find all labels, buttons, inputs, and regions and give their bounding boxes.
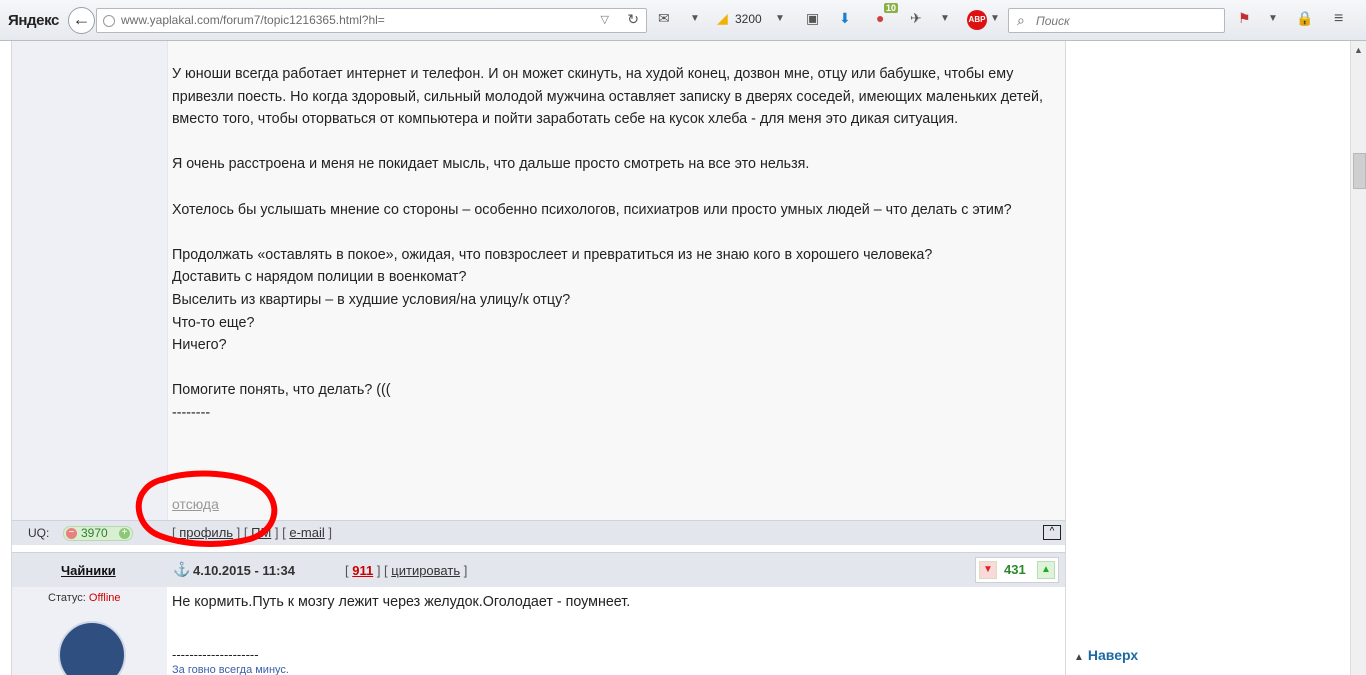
post-line: Доставить с нарядом полиции в военкомат? [172, 269, 467, 286]
url-dropdown-icon[interactable]: ▽ [601, 13, 609, 26]
post-header: Чайники ⚓ 4.10.2015 - 11:34 [ 911 ] [ ци… [12, 552, 1065, 587]
signal-icon[interactable]: ◢ [717, 10, 728, 27]
scroll-thumb[interactable] [1353, 153, 1366, 189]
post-date: 4.10.2015 - 11:34 [193, 563, 295, 578]
post-paragraph: У юноши всегда работает интернет и телеф… [172, 66, 1043, 128]
post-line: Продолжать «оставлять в покое», ожидая, … [172, 246, 933, 263]
address-bar[interactable]: www.yaplakal.com/forum7/topic1216365.htm… [96, 8, 647, 33]
post-number[interactable]: 911 [352, 563, 373, 578]
back-to-top-link[interactable]: ▲ Наверх [1074, 647, 1138, 663]
post-text: Не кормить.Путь к мозгу лежит через желу… [172, 594, 631, 610]
menu-icon[interactable]: ≡ [1334, 10, 1343, 28]
scroll-up-icon[interactable]: ▲ [1354, 45, 1363, 55]
counter[interactable]: 3200 [735, 12, 762, 26]
back-to-top-button[interactable]: ^ [1043, 525, 1061, 540]
author-column: Статус: Offline [12, 587, 167, 675]
author-name[interactable]: Чайники [61, 563, 116, 578]
email-link[interactable]: e-mail [289, 525, 324, 540]
download-icon[interactable]: ⬇ [839, 10, 851, 27]
rep-plus-button[interactable]: + [119, 528, 130, 539]
post-line: Выселить из квартиры – в худшие условия/… [172, 291, 571, 308]
signature: За говно всегда минус. [172, 664, 289, 675]
thumb-up-icon[interactable]: ▲ [1037, 561, 1055, 579]
uq-label: UQ: [28, 526, 50, 540]
highlight-circle [135, 470, 278, 547]
dropdown-icon[interactable]: ▼ [990, 13, 1000, 24]
reputation-badge: − 3970 + [63, 526, 133, 541]
post-actions: [ 911 ] [ цитировать ] [345, 563, 468, 578]
author-status: Статус: Offline [48, 592, 121, 604]
page-content: У юноши всегда работает интернет и телеф… [0, 41, 1350, 675]
status-label: Статус: [48, 592, 86, 604]
extension-badge: 10 [884, 3, 899, 13]
mail-icon[interactable]: ✉ [658, 10, 670, 27]
back-arrow-icon: ← [72, 9, 91, 29]
browser-toolbar: Яндекс ← www.yaplakal.com/forum7/topic12… [0, 0, 1366, 41]
anchor-icon[interactable]: ⚓ [173, 561, 190, 578]
search-placeholder: Поиск [1036, 14, 1070, 28]
signature-separator: -------------------- [172, 647, 259, 662]
dropdown-icon[interactable]: ▼ [775, 13, 785, 24]
url-text[interactable]: www.yaplakal.com/forum7/topic1216365.htm… [121, 13, 385, 27]
scrollbar[interactable]: ▲ [1350, 41, 1366, 675]
status-value: Offline [88, 592, 121, 604]
arrow-up-icon: ▲ [1074, 652, 1084, 663]
quote-link[interactable]: цитировать [391, 563, 460, 578]
post-text: У юноши всегда работает интернет и телеф… [172, 63, 1062, 425]
avatar[interactable] [58, 621, 126, 675]
search-icon: ⌕ [1017, 12, 1025, 28]
translate-icon[interactable]: ✈ [910, 10, 922, 27]
post-line: Ничего? [172, 337, 227, 354]
post-score: 431 [1004, 562, 1026, 577]
lock-icon[interactable]: 🔒 [1296, 10, 1313, 27]
highlight-circle-stroke [135, 470, 278, 547]
rep-minus-button[interactable]: − [66, 528, 77, 539]
reputation-value: 3970 [81, 526, 108, 540]
search-box[interactable]: ⌕ Поиск [1008, 8, 1225, 33]
author-column [12, 41, 168, 520]
post-line: Что-то еще? [172, 314, 255, 331]
vote-box: ▼ 431 ▲ [975, 557, 1059, 583]
post-frame: У юноши всегда работает интернет и телеф… [11, 41, 1066, 675]
post-final-line: Помогите понять, что делать? ((( [172, 382, 391, 399]
yandex-logo[interactable]: Яндекс [8, 12, 59, 29]
pocket-icon[interactable]: ▣ [806, 10, 819, 27]
flag-icon[interactable]: ⚑ [1238, 10, 1251, 27]
post-paragraph: Хотелось бы услышать мнение со стороны –… [172, 201, 1012, 218]
extension-icon[interactable]: ● [876, 10, 884, 26]
dropdown-icon[interactable]: ▼ [1268, 13, 1278, 24]
post-separator: -------- [172, 404, 211, 421]
back-to-top-label: Наверх [1087, 647, 1139, 663]
globe-icon [103, 15, 115, 27]
dropdown-icon[interactable]: ▼ [940, 13, 950, 24]
dropdown-icon[interactable]: ▼ [690, 13, 700, 24]
post-paragraph: Я очень расстроена и меня не покидает мы… [172, 156, 810, 173]
back-button[interactable]: ← [68, 7, 95, 34]
thumb-down-icon[interactable]: ▼ [979, 561, 997, 579]
reload-icon[interactable]: ↻ [627, 11, 639, 28]
abp-icon[interactable]: ABP [967, 10, 987, 30]
